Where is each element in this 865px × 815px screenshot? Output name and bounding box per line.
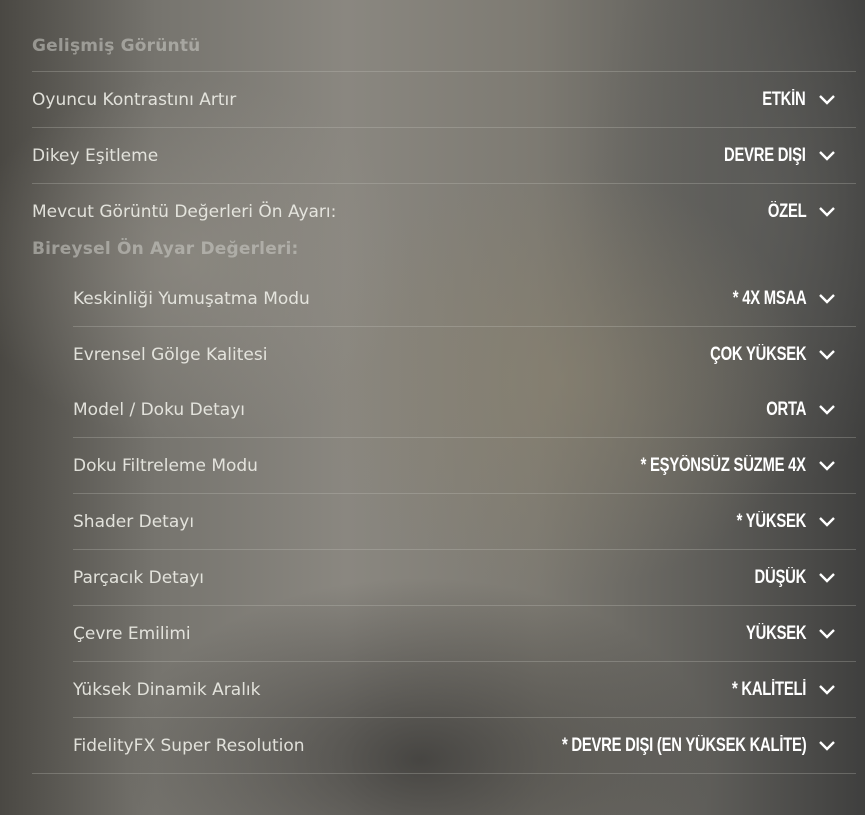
setting-label: Keskinliği Yumuşatma Modu <box>73 288 310 309</box>
setting-row-player-contrast[interactable]: Oyuncu Kontrastını Artır ETKİN <box>32 72 856 128</box>
setting-value: DEVRE DIŞI <box>724 144 806 166</box>
setting-row-vsync[interactable]: Dikey Eşitleme DEVRE DIŞI <box>32 128 856 184</box>
advanced-video-settings-panel: Gelişmiş Görüntü Oyuncu Kontrastını Artı… <box>0 0 865 815</box>
setting-value: * DEVRE DIŞI (EN YÜKSEK KALİTE) <box>561 735 807 756</box>
chevron-down-icon <box>819 628 835 639</box>
setting-value: YÜKSEK <box>745 622 807 644</box>
setting-dropdown[interactable]: * YÜKSEK <box>717 511 856 533</box>
setting-value: ÖZEL <box>767 201 806 222</box>
preset-values-title: Bireysel Ön Ayar Değerleri: <box>32 239 299 259</box>
chevron-down-icon <box>819 293 835 304</box>
setting-label: FidelityFX Super Resolution <box>73 736 305 756</box>
chevron-down-icon <box>819 741 835 751</box>
chevron-down-icon <box>819 350 835 360</box>
setting-value: * YÜKSEK <box>736 510 806 532</box>
chevron-down-icon <box>819 572 835 583</box>
setting-label: Dikey Eşitleme <box>32 145 159 166</box>
setting-label: Mevcut Görüntü Değerleri Ön Ayarı: <box>32 202 337 222</box>
setting-value: * EŞYÖNSÜZ SÜZME 4X <box>640 454 806 476</box>
setting-value: ORTA <box>766 398 806 420</box>
setting-row-shadow-quality[interactable]: Evrensel Gölge Kalitesi ÇOK YÜKSEK <box>73 327 856 383</box>
setting-row-fidelityfx-super-resolution[interactable]: FidelityFX Super Resolution * DEVRE DIŞI… <box>73 718 856 774</box>
setting-row-texture-filtering[interactable]: Doku Filtreleme Modu * EŞYÖNSÜZ SÜZME 4X <box>73 438 856 494</box>
setting-row-ambient-occlusion[interactable]: Çevre Emilimi YÜKSEK <box>73 606 856 662</box>
setting-dropdown[interactable]: * KALİTELİ <box>711 679 856 701</box>
setting-label: Model / Doku Detayı <box>73 399 245 420</box>
setting-dropdown[interactable]: ÇOK YÜKSEK <box>683 344 856 366</box>
setting-dropdown[interactable]: DÜŞÜK <box>740 567 856 589</box>
chevron-down-icon <box>819 516 835 527</box>
setting-value: DÜŞÜK <box>754 566 806 588</box>
divider <box>32 773 856 774</box>
setting-label: Parçacık Detayı <box>73 567 205 588</box>
chevron-down-icon <box>819 150 835 161</box>
setting-row-hdr[interactable]: Yüksek Dinamik Aralık * KALİTELİ <box>73 662 856 718</box>
setting-row-video-preset[interactable]: Mevcut Görüntü Değerleri Ön Ayarı: ÖZEL <box>32 184 856 240</box>
setting-dropdown[interactable]: * EŞYÖNSÜZ SÜZME 4X <box>594 455 856 477</box>
chevron-down-icon <box>819 404 835 415</box>
setting-dropdown[interactable]: * 4X MSAA <box>712 288 856 310</box>
setting-row-shader-detail[interactable]: Shader Detayı * YÜKSEK <box>73 494 856 550</box>
setting-label: Doku Filtreleme Modu <box>73 455 258 476</box>
chevron-down-icon <box>819 207 835 217</box>
setting-dropdown[interactable]: ORTA <box>755 399 856 421</box>
setting-dropdown[interactable]: * DEVRE DIŞI (EN YÜKSEK KALİTE) <box>493 735 856 757</box>
setting-row-anti-aliasing[interactable]: Keskinliği Yumuşatma Modu * 4X MSAA <box>73 271 856 327</box>
setting-label: Çevre Emilimi <box>73 623 191 644</box>
setting-value: ÇOK YÜKSEK <box>709 344 806 365</box>
setting-value: * KALİTELİ <box>731 678 806 700</box>
setting-label: Shader Detayı <box>73 511 195 532</box>
chevron-down-icon <box>819 94 835 105</box>
setting-label: Oyuncu Kontrastını Artır <box>32 89 237 110</box>
setting-value: ETKİN <box>762 88 807 110</box>
setting-dropdown[interactable]: ETKİN <box>750 89 856 111</box>
setting-label: Yüksek Dinamik Aralık <box>73 679 261 700</box>
setting-dropdown[interactable]: DEVRE DIŞI <box>701 145 856 167</box>
setting-value: * 4X MSAA <box>732 287 806 309</box>
setting-label: Evrensel Gölge Kalitesi <box>73 345 268 365</box>
setting-row-model-texture-detail[interactable]: Model / Doku Detayı ORTA <box>73 382 856 438</box>
chevron-down-icon <box>819 684 835 695</box>
setting-row-particle-detail[interactable]: Parçacık Detayı DÜŞÜK <box>73 550 856 606</box>
chevron-down-icon <box>819 460 835 471</box>
setting-dropdown[interactable]: ÖZEL <box>757 201 856 223</box>
advanced-video-title: Gelişmiş Görüntü <box>32 36 201 56</box>
setting-dropdown[interactable]: YÜKSEK <box>729 623 856 645</box>
